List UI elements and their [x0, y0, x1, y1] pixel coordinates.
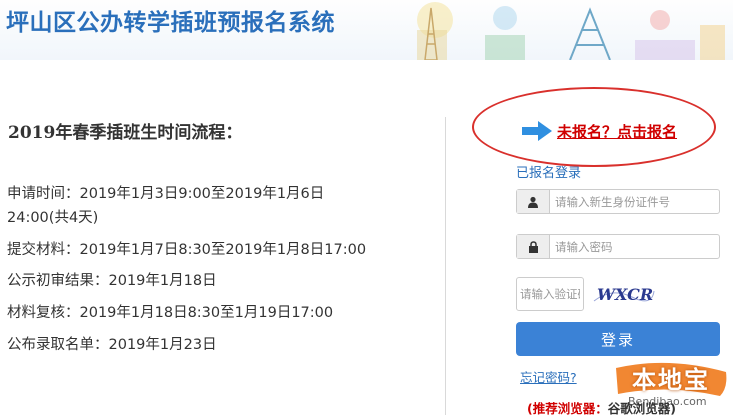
browser-note-label: (推荐浏览器： [527, 401, 608, 416]
lock-icon [517, 235, 550, 258]
captcha-text: WXCR [597, 285, 653, 304]
register-link[interactable]: 未报名？点击报名 [557, 121, 677, 142]
password-input-group [516, 234, 720, 259]
schedule-line: 申请时间：2019年1月3日9:00至2019年1月6日 [7, 186, 325, 202]
browser-recommendation: (推荐浏览器：谷歌浏览器) [527, 398, 676, 417]
forgot-password-link[interactable]: 忘记密码? [520, 367, 577, 386]
header-banner: 坪山区公办转学插班预报名系统 [0, 0, 733, 60]
id-input-group [516, 189, 720, 214]
schedule-title: 2019年春季插班生时间流程： [8, 123, 243, 143]
user-icon [517, 190, 550, 213]
schedule-line: 公布录取名单：2019年1月23日 [7, 337, 217, 353]
captcha-input[interactable] [516, 277, 584, 311]
password-input[interactable] [550, 235, 719, 258]
schedule-line: 24:00(共4天) [7, 210, 99, 226]
panel-divider [445, 117, 446, 415]
schedule-line: 材料复核：2019年1月18日8:30至1月19日17:00 [7, 305, 334, 321]
captcha-image[interactable]: WXCR [592, 279, 656, 309]
header-illustration [417, 2, 725, 60]
id-number-input[interactable] [550, 190, 719, 213]
page-title: 坪山区公办转学插班预报名系统 [6, 10, 335, 36]
browser-note-value: 谷歌浏览器) [607, 401, 676, 416]
arrow-right-icon [522, 121, 552, 141]
watermark-text: 本地宝 [632, 366, 710, 394]
login-button[interactable]: 登录 [516, 322, 720, 356]
schedule-line: 公示初审结果：2019年1月18日 [7, 273, 217, 289]
schedule-line: 提交材料：2019年1月7日8:30至2019年1月8日17:00 [7, 242, 367, 258]
registered-login-link[interactable]: 已报名登录 [516, 162, 581, 181]
